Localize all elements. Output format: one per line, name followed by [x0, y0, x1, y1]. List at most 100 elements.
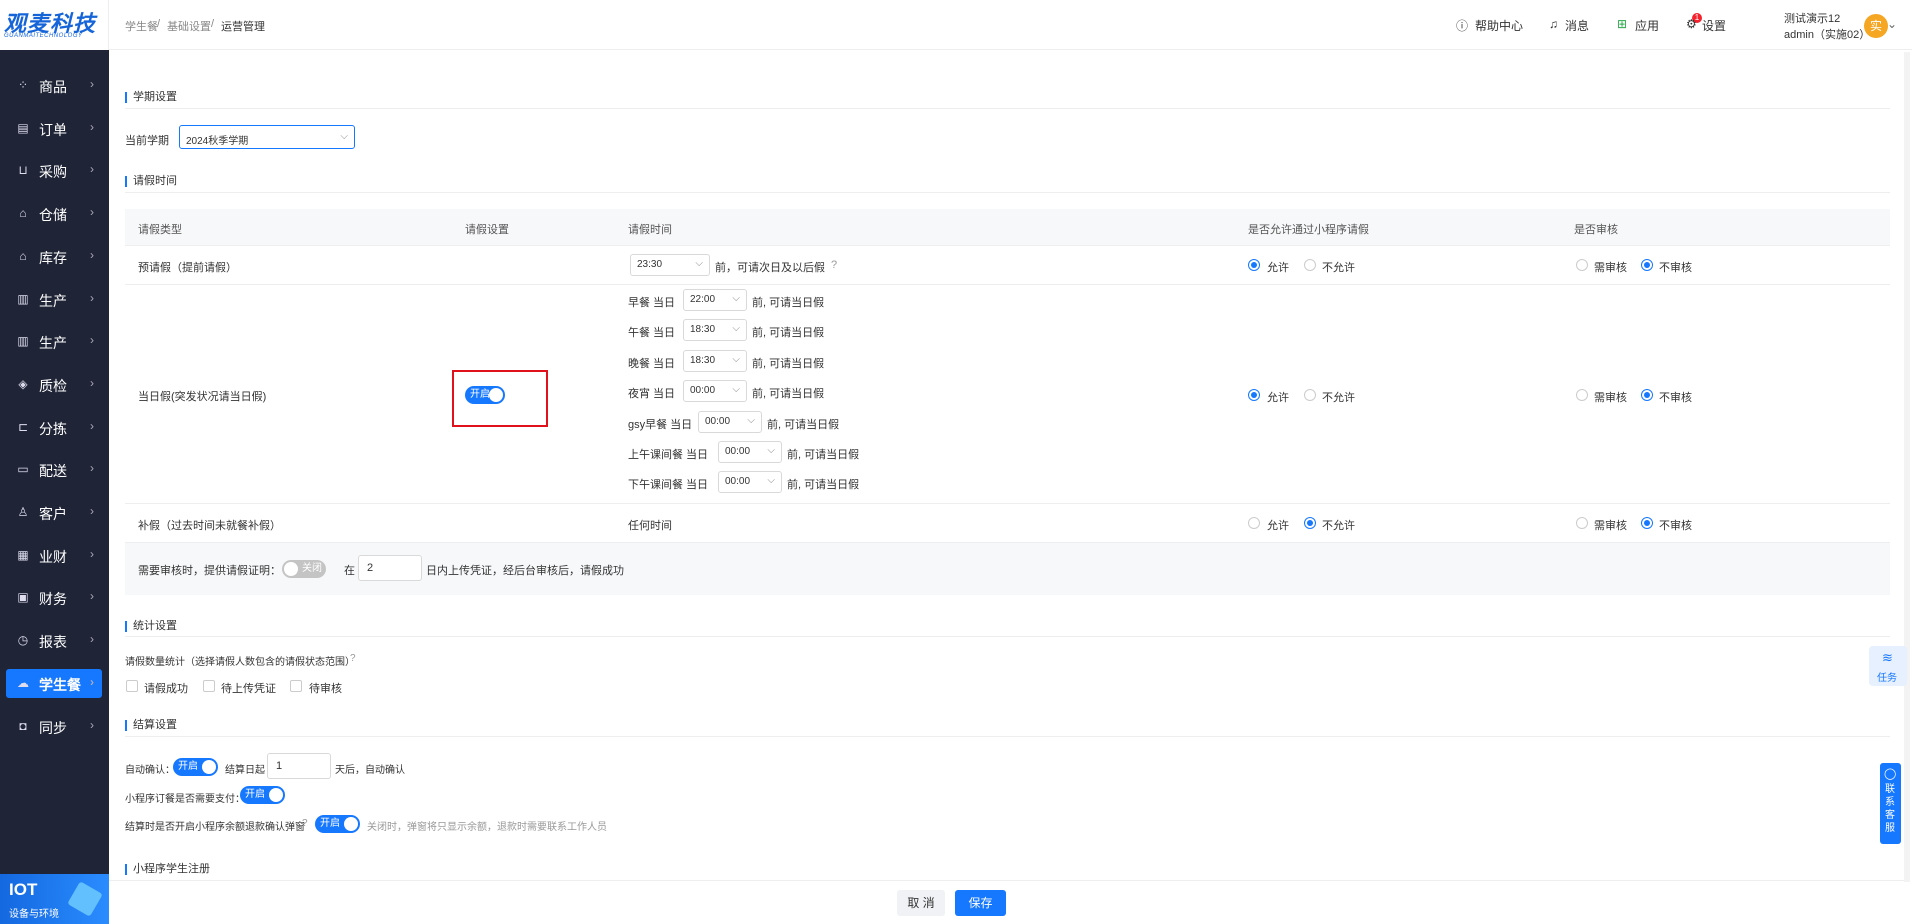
task-float-button[interactable]: ≋ 任务: [1869, 646, 1907, 686]
sidebar-item[interactable]: ⌂ 库存 ›: [6, 242, 102, 271]
no-review-label[interactable]: 不审核: [1659, 259, 1692, 275]
user-menu-chevron-icon[interactable]: ⌄: [1887, 17, 1897, 31]
allow-radio[interactable]: [1248, 259, 1260, 271]
proof-days-input[interactable]: 2: [358, 555, 422, 581]
apps-link[interactable]: 应用: [1635, 17, 1659, 34]
brand-sub: GUANMAITECHNOLOGY: [4, 33, 83, 39]
no-review-radio[interactable]: [1641, 517, 1653, 529]
sidebar-item[interactable]: ⊔ 采购 ›: [6, 156, 102, 185]
chevron-right-icon: ›: [90, 290, 94, 305]
deny-radio[interactable]: [1304, 517, 1316, 529]
sidebar-item[interactable]: ◘ 同步 ›: [6, 712, 102, 741]
grid-icon: ⁘: [17, 78, 29, 92]
help-center-link[interactable]: 帮助中心: [1475, 17, 1523, 34]
proof-pre: 在: [344, 565, 355, 577]
review-label[interactable]: 需审核: [1594, 259, 1627, 275]
stats-option[interactable]: 待审核: [309, 680, 342, 696]
no-review-radio[interactable]: [1641, 259, 1653, 271]
save-button[interactable]: 保存: [955, 890, 1006, 916]
sidebar-item[interactable]: ▥ 生产 ›: [6, 285, 102, 314]
sidebar-item[interactable]: ▭ 配送 ›: [6, 455, 102, 484]
advance-time-select[interactable]: 23:30 ⌵: [630, 254, 710, 276]
allow-radio[interactable]: [1248, 389, 1260, 401]
contact-float-button[interactable]: ◯ 联系客服: [1880, 763, 1901, 844]
sidebar-item[interactable]: ▣ 财务 ›: [6, 583, 102, 612]
deny-label[interactable]: 不允许: [1322, 517, 1355, 533]
meal-time-select[interactable]: 00:00 ⌵: [683, 380, 747, 403]
stats-option[interactable]: 请假成功: [144, 680, 188, 696]
sameday-switch[interactable]: 开启: [465, 386, 505, 404]
sidebar-item[interactable]: ⌂ 仓储 ›: [6, 199, 102, 228]
user-account[interactable]: admin（实施02）: [1784, 26, 1870, 42]
help-icon[interactable]: ⓘ: [1456, 17, 1468, 34]
allow-label[interactable]: 允许: [1267, 259, 1289, 275]
no-review-label[interactable]: 不审核: [1659, 389, 1692, 405]
iot-panel[interactable]: IOT 设备与环境: [0, 874, 109, 924]
allow-radio[interactable]: [1248, 517, 1260, 529]
meal-time-select[interactable]: 00:00 ⌵: [698, 410, 762, 433]
stats-checkbox[interactable]: [126, 680, 138, 692]
question-icon[interactable]: ?: [831, 259, 837, 271]
breadcrumb-item[interactable]: 学生餐: [125, 18, 158, 34]
auto-confirm-switch[interactable]: 开启: [173, 758, 218, 776]
sidebar-item[interactable]: ♙ 客户 ›: [6, 498, 102, 527]
deny-label[interactable]: 不允许: [1322, 259, 1355, 275]
bell-icon[interactable]: ♫: [1549, 17, 1558, 31]
settings-link[interactable]: 设置: [1702, 17, 1726, 34]
breadcrumb-separator: /: [157, 18, 161, 30]
review-label[interactable]: 需审核: [1594, 517, 1627, 533]
no-review-label[interactable]: 不审核: [1659, 517, 1692, 533]
stats-checkbox[interactable]: [290, 680, 302, 692]
meal-suffix: 前, 可请当日假: [787, 449, 860, 461]
sidebar-item[interactable]: ▤ 订单 ›: [6, 114, 102, 143]
sidebar-item[interactable]: ◈ 质检 ›: [6, 370, 102, 399]
stats-option[interactable]: 待上传凭证: [221, 680, 276, 696]
sidebar-item[interactable]: ◷ 报表 ›: [6, 626, 102, 655]
scrollbar-track[interactable]: [1904, 52, 1910, 882]
review-radio[interactable]: [1576, 389, 1588, 401]
sidebar-item-label: 生产: [39, 292, 67, 309]
pay-switch[interactable]: 开启: [240, 786, 285, 804]
sidebar-item[interactable]: ⁘ 商品 ›: [6, 71, 102, 100]
chevron-down-icon: ⌵: [340, 131, 348, 142]
leave-table-header: 请假类型 请假设置 请假时间 是否允许通过小程序请假 是否审核: [125, 209, 1890, 246]
time-value: 00:00: [725, 446, 751, 457]
allow-label[interactable]: 允许: [1267, 389, 1289, 405]
stats-checkbox[interactable]: [203, 680, 215, 692]
review-label[interactable]: 需审核: [1594, 389, 1627, 405]
settle-days-input[interactable]: 1: [267, 753, 331, 779]
deny-radio[interactable]: [1304, 389, 1316, 401]
deny-label[interactable]: 不允许: [1322, 389, 1355, 405]
messages-link[interactable]: 消息: [1565, 17, 1589, 34]
semester-select[interactable]: 2024秋季学期 ⌵: [179, 125, 355, 149]
meal-time-select[interactable]: 18:30 ⌵: [683, 349, 747, 372]
sidebar-item[interactable]: ▥ 生产 ›: [6, 327, 102, 356]
no-review-radio[interactable]: [1641, 389, 1653, 401]
breadcrumb-item[interactable]: 基础设置: [167, 18, 211, 34]
footer-bar: 取 消 保存: [109, 880, 1904, 924]
meal-time-select[interactable]: 22:00 ⌵: [683, 289, 747, 311]
meal-time-select[interactable]: 18:30 ⌵: [683, 319, 747, 342]
user-name[interactable]: 测试演示12: [1784, 10, 1840, 26]
sidebar-item[interactable]: ▦ 业财 ›: [6, 541, 102, 570]
chevron-right-icon: ›: [90, 674, 94, 689]
table-row-makeup-leave: 补假（过去时间未就餐补假） 任何时间 允许 不允许 需审核 不审核: [125, 504, 1890, 543]
popup-switch[interactable]: 开启: [315, 815, 360, 833]
review-radio[interactable]: [1576, 259, 1588, 271]
brand-logo[interactable]: 观麦科技 GUANMAITECHNOLOGY: [0, 0, 109, 50]
question-icon[interactable]: ?: [350, 653, 356, 664]
proof-switch[interactable]: 关闭: [282, 560, 326, 578]
meal-time-select[interactable]: 00:00 ⌵: [718, 471, 782, 494]
cancel-button[interactable]: 取 消: [897, 890, 945, 916]
gear-icon[interactable]: ⚙: [1686, 17, 1697, 31]
apps-icon[interactable]: ⊞: [1617, 17, 1627, 31]
allow-label[interactable]: 允许: [1267, 517, 1289, 533]
review-radio[interactable]: [1576, 517, 1588, 529]
semester-select-value: 2024秋季学期: [186, 136, 249, 147]
meal-time-select[interactable]: 00:00 ⌵: [718, 441, 782, 463]
settle-day-pre: 结算日起: [225, 765, 265, 776]
question-icon[interactable]: ?: [302, 818, 308, 829]
deny-radio[interactable]: [1304, 259, 1316, 271]
sidebar-item[interactable]: ⊏ 分拣 ›: [6, 413, 102, 442]
sidebar-item[interactable]: ☁ 学生餐 ›: [6, 668, 102, 698]
